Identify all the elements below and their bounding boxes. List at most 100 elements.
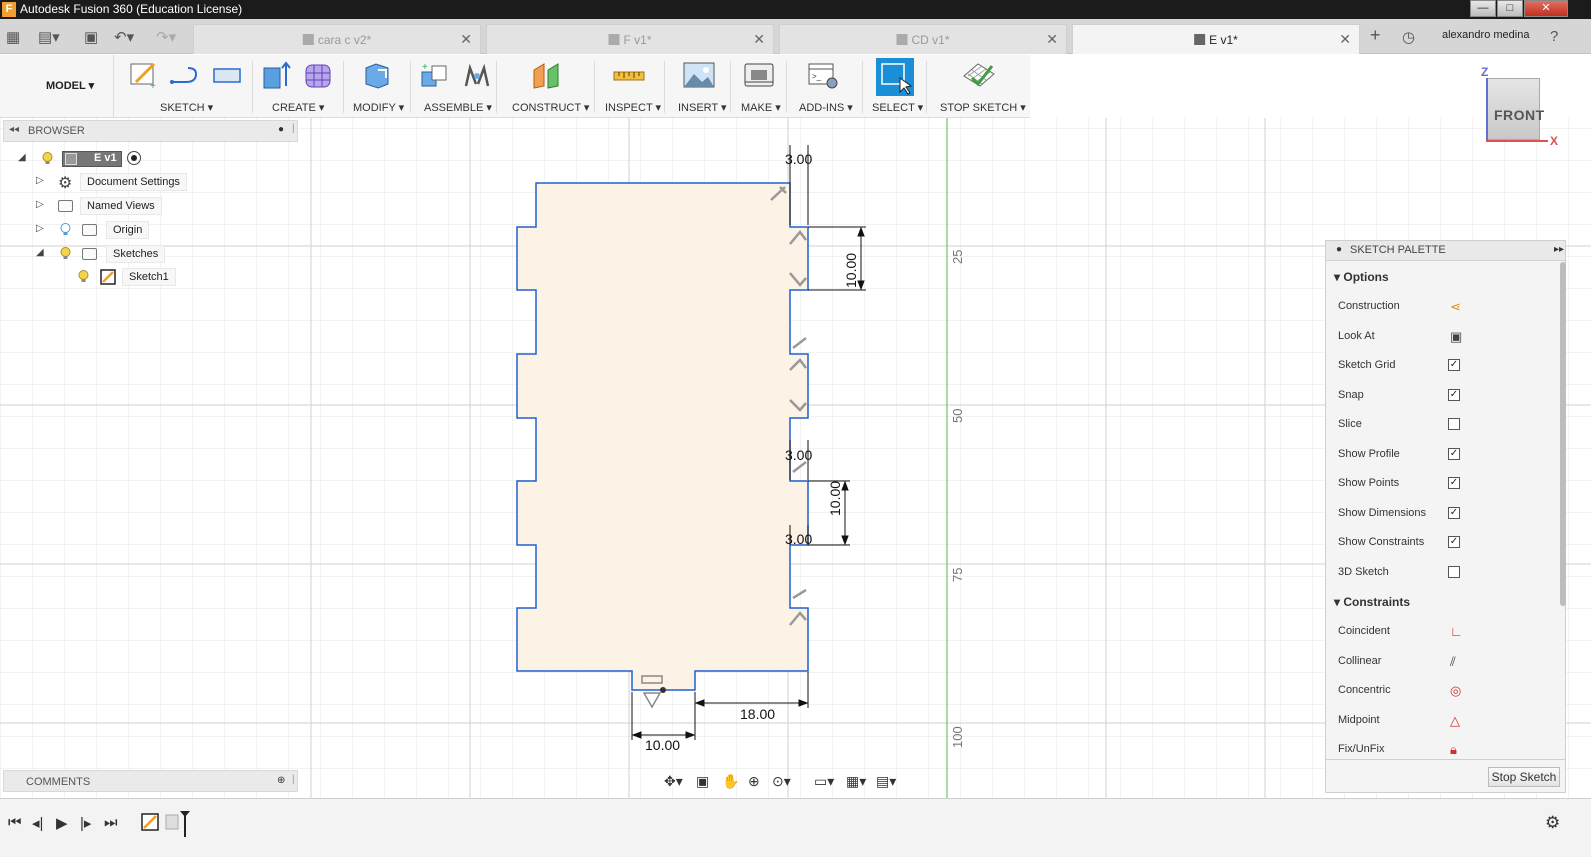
measure-icon[interactable] [612,60,646,90]
add-comment-icon[interactable]: ⊕ [277,775,285,786]
insert-menu[interactable]: INSERT ▾ [678,101,727,114]
tab-f-v1[interactable]: F v1* ✕ [486,24,774,54]
add-ins-menu[interactable]: ADD-INS ▾ [799,101,853,114]
palette-collapse-icon[interactable]: ● [1336,244,1342,255]
modify-menu[interactable]: MODIFY ▾ [353,101,404,114]
dimension-label[interactable]: 3.00 [785,447,812,463]
comments-panel-header[interactable]: COMMENTS ⊕ | [3,770,298,792]
collinear-icon[interactable]: ⫽ [1450,654,1466,670]
make-menu[interactable]: MAKE ▾ [741,101,781,114]
timeline-settings-gear-icon[interactable]: ⚙ [1545,813,1560,833]
coincident-icon[interactable]: ∟ [1450,624,1466,640]
option-construction[interactable]: Construction ⋖ [1338,297,1548,317]
user-account-name[interactable]: alexandro medina [1442,29,1529,41]
save-icon[interactable]: ▣ [84,28,98,46]
extrude-icon[interactable] [260,60,294,90]
browser-item-named-views[interactable]: ▷ Named Views [36,197,296,215]
option-show-profile[interactable]: Show Profile ✓ [1338,445,1548,465]
maximize-button[interactable]: □ [1497,0,1523,17]
browser-item-origin[interactable]: ▷ Origin [36,221,296,239]
stop-sketch-icon[interactable] [962,60,996,90]
midpoint-icon[interactable]: △ [1450,713,1466,729]
look-at-icon[interactable]: ▣ [696,773,709,790]
zoom-icon[interactable]: ⊕ [748,773,760,790]
minimize-button[interactable]: — [1470,0,1496,17]
option-snap[interactable]: Snap ✓ [1338,386,1548,406]
undo-icon[interactable]: ↶▾ [114,28,134,46]
option-show-constraints[interactable]: Show Constraints ✓ [1338,533,1548,553]
collapse-arrow-icon[interactable]: ◢ [18,152,26,163]
slice-checkbox[interactable] [1448,418,1460,430]
tab-e-v1[interactable]: E v1* ✕ [1072,24,1360,54]
visibility-bulb-icon[interactable] [42,152,53,165]
palette-expand-icon[interactable]: ▸▸ [1554,244,1564,255]
insert-image-icon[interactable] [682,60,716,90]
sketch-palette-header[interactable]: ● SKETCH PALETTE ▸▸ [1326,241,1565,261]
show-constraints-checkbox[interactable]: ✓ [1448,536,1460,548]
display-settings-icon[interactable]: ▭▾ [814,773,834,790]
close-window-button[interactable]: ✕ [1524,0,1568,17]
visibility-bulb-icon[interactable] [60,247,71,260]
play-icon[interactable]: ▶ [56,814,68,832]
sketch-grid-checkbox[interactable]: ✓ [1448,359,1460,371]
help-icon[interactable]: ? [1550,28,1558,45]
timeline-sketch-feature-icon[interactable] [141,813,159,831]
visibility-bulb-icon[interactable] [78,270,89,283]
timeline-marker-icon[interactable] [164,811,192,839]
press-pull-icon[interactable] [360,60,394,90]
grid-settings-icon[interactable]: ▦▾ [846,773,866,790]
browser-item-sketches[interactable]: ◢ Sketches [36,245,296,263]
fit-zoom-icon[interactable]: ⊙▾ [772,773,791,790]
line-tool-icon[interactable] [168,60,202,90]
hidden-bulb-icon[interactable] [60,223,71,236]
concentric-icon[interactable]: ◎ [1450,683,1466,699]
job-status-clock-icon[interactable]: ◷ [1402,28,1415,46]
dimension-label[interactable]: 10.00 [645,737,680,753]
constraint-coincident[interactable]: Coincident ∟ [1338,622,1548,642]
scripts-addins-icon[interactable]: >_ [806,60,840,90]
comments-pin-icon[interactable]: | [292,774,295,785]
show-points-checkbox[interactable]: ✓ [1448,477,1460,489]
dimension-label[interactable]: 3.00 [785,151,812,167]
select-tool-icon[interactable] [876,58,914,96]
tab-close-icon[interactable]: ✕ [1046,31,1058,48]
step-forward-icon[interactable]: |▸ [80,814,91,832]
option-show-dimensions[interactable]: Show Dimensions ✓ [1338,504,1548,524]
browser-options-icon[interactable]: ● [278,124,284,135]
step-back-icon[interactable]: ◂| [32,814,43,832]
form-icon[interactable] [302,60,336,90]
option-sketch-grid[interactable]: Sketch Grid ✓ [1338,356,1548,376]
joint-icon[interactable] [460,60,494,90]
rectangle-tool-icon[interactable] [210,60,244,90]
dimension-label[interactable]: 10.00 [843,253,859,288]
collapse-arrow-icon[interactable]: ◢ [36,247,44,258]
go-to-start-icon[interactable]: ⏮ [8,814,22,831]
look-at-icon[interactable]: ▣ [1450,329,1466,345]
new-tab-plus-icon[interactable]: + [1370,25,1381,46]
option-show-points[interactable]: Show Points ✓ [1338,474,1548,494]
offset-plane-icon[interactable] [530,60,564,90]
create-menu[interactable]: CREATE ▾ [272,101,324,114]
tab-cara-c-v2[interactable]: cara c v2* ✕ [193,24,481,54]
browser-panel-header[interactable]: ◂◂ BROWSER ● | [3,120,298,142]
viewports-icon[interactable]: ▤▾ [876,773,896,790]
option-slice[interactable]: Slice [1338,415,1548,435]
3d-sketch-checkbox[interactable] [1448,566,1460,578]
stop-sketch-button[interactable]: Stop Sketch [1488,767,1560,787]
options-section-header[interactable]: ▾ Options [1334,270,1389,284]
select-menu[interactable]: SELECT ▾ [872,101,923,114]
expand-arrow-icon[interactable]: ▷ [36,199,44,210]
palette-scrollbar[interactable] [1560,262,1566,606]
3d-print-icon[interactable] [742,60,776,90]
stop-sketch-menu[interactable]: STOP SKETCH ▾ [940,101,1026,114]
browser-pin-icon[interactable]: | [292,123,295,134]
sketch-profile[interactable] [516,182,809,691]
go-to-end-icon[interactable]: ⏭ [104,814,118,831]
activate-radio-icon[interactable] [127,151,141,165]
workspace-switcher[interactable]: MODEL ▾ [14,55,114,118]
browser-root-row[interactable]: ◢ E v1 [16,150,296,168]
tab-close-icon[interactable]: ✕ [753,31,765,48]
tab-cd-v1[interactable]: CD v1* ✕ [779,24,1067,54]
constraint-concentric[interactable]: Concentric ◎ [1338,681,1548,701]
expand-arrow-icon[interactable]: ▷ [36,223,44,234]
